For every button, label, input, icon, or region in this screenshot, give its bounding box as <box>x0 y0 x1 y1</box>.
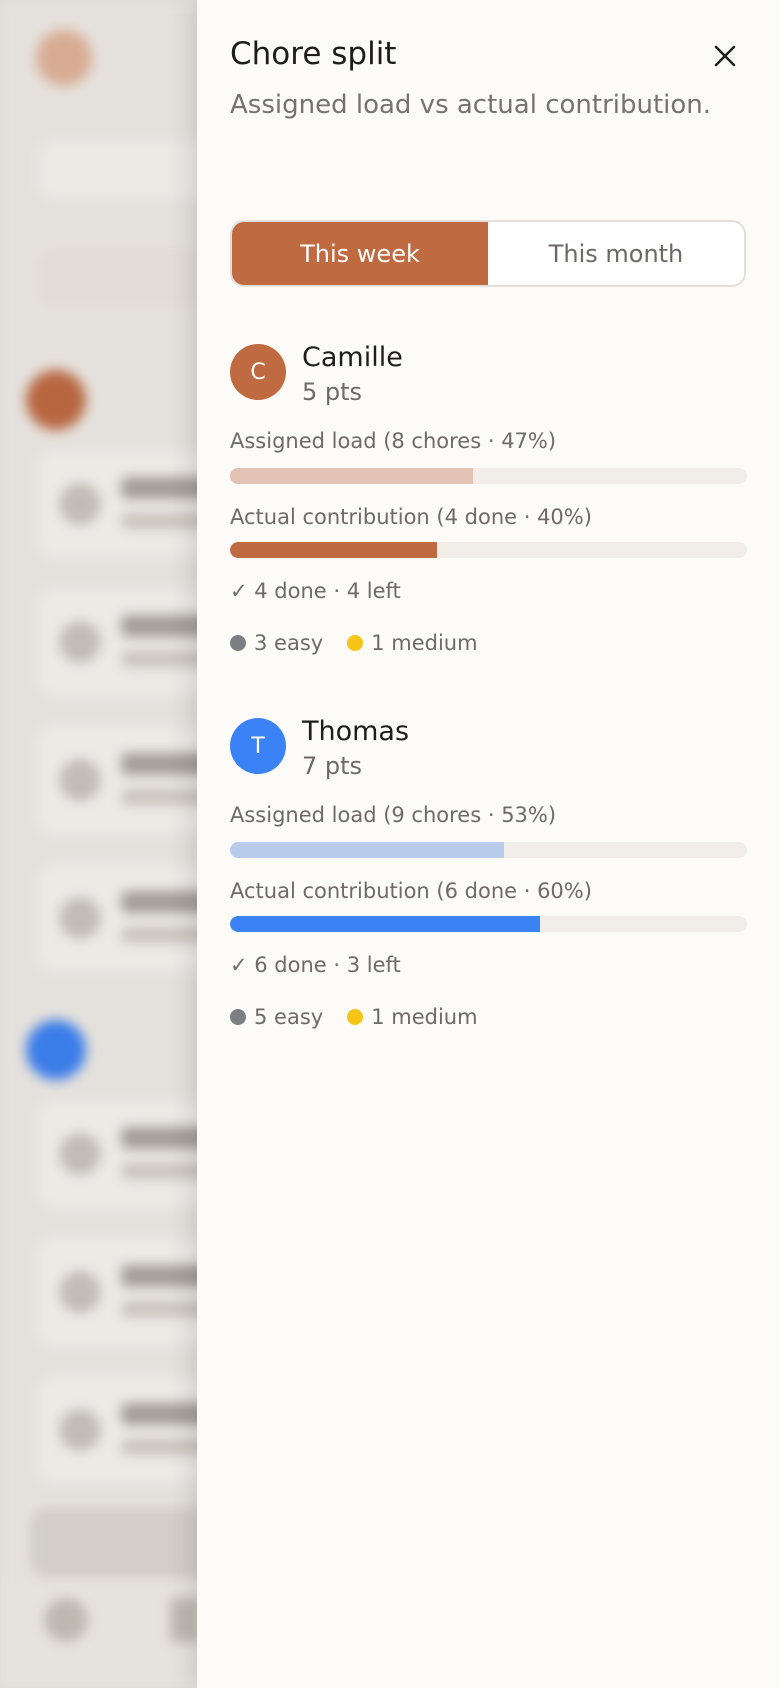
actual-contribution-bar <box>230 542 747 558</box>
sheet-subtitle: Assigned load vs actual contribution. <box>230 90 712 120</box>
assigned-load-label: Assigned load (9 chores · 53%) <box>230 803 557 827</box>
person-name: Thomas <box>302 716 410 747</box>
assigned-load-bar <box>230 468 747 484</box>
assigned-load-label: Assigned load (8 chores · 47%) <box>230 429 557 453</box>
avatar: C <box>230 344 286 400</box>
sheet-title: Chore split <box>230 36 397 72</box>
tab-this-month[interactable]: This month <box>488 222 744 285</box>
medium-dot-icon <box>347 635 364 651</box>
easy-dot-icon <box>230 635 246 651</box>
medium-dot-icon <box>347 1009 364 1025</box>
actual-contribution-label: Actual contribution (6 done · 60%) <box>230 879 592 903</box>
close-icon <box>714 45 736 67</box>
person-points: 7 pts <box>302 752 363 780</box>
done-summary: ✓ 6 done · 3 left <box>230 953 401 977</box>
done-summary: ✓ 4 done · 4 left <box>230 579 401 603</box>
easy-dot-icon <box>230 1009 246 1025</box>
easy-count: 5 easy <box>254 1005 324 1029</box>
difficulty-breakdown: 5 easy 1 medium <box>230 1005 478 1029</box>
tab-this-week[interactable]: This week <box>232 222 488 285</box>
medium-count: 1 medium <box>371 1005 478 1029</box>
easy-count: 3 easy <box>254 631 324 655</box>
actual-contribution-fill <box>230 542 437 558</box>
avatar: T <box>230 718 286 774</box>
difficulty-breakdown: 3 easy 1 medium <box>230 631 478 655</box>
person-name: Camille <box>302 342 403 373</box>
assigned-load-fill <box>230 468 473 484</box>
chore-split-sheet: Chore split Assigned load vs actual cont… <box>197 0 780 1688</box>
close-button[interactable] <box>705 36 745 76</box>
assigned-load-fill <box>230 842 504 858</box>
actual-contribution-bar <box>230 916 747 932</box>
person-points: 5 pts <box>302 378 363 406</box>
medium-count: 1 medium <box>371 631 478 655</box>
period-toggle: This week This month <box>230 220 746 287</box>
actual-contribution-fill <box>230 916 541 932</box>
actual-contribution-label: Actual contribution (4 done · 40%) <box>230 505 592 529</box>
assigned-load-bar <box>230 842 747 858</box>
